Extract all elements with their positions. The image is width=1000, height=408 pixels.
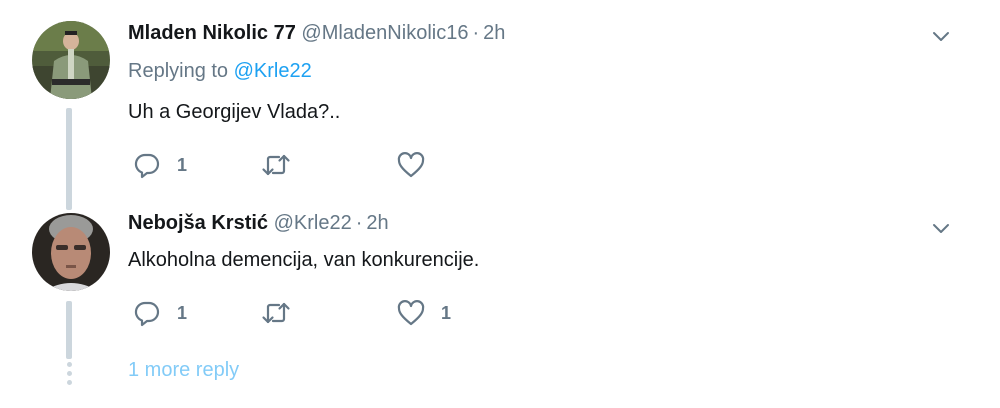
tweet-text: Alkoholna demencija, van konkurencije. [128, 249, 480, 271]
tweet[interactable]: Nebojša Krstić @Krle22 · 2h Alkoholna deme… [0, 195, 1000, 359]
username[interactable]: @Krle22 [274, 212, 352, 234]
timestamp[interactable]: 2h [483, 22, 505, 44]
replying-to: Replying to @Krle22 [128, 60, 312, 83]
timestamp[interactable]: 2h [366, 212, 388, 234]
more-replies: 1 more reply [0, 345, 1000, 405]
reply-icon [134, 301, 160, 327]
retweet-button[interactable] [261, 298, 306, 328]
tweet-actions: 1 [128, 150, 528, 180]
more-replies-link[interactable]: 1 more reply [128, 359, 239, 382]
fullname[interactable]: Nebojša Krstić [128, 212, 268, 234]
like-count: 1 [441, 302, 452, 323]
reply-icon [134, 153, 160, 179]
replying-label: Replying to [128, 60, 229, 82]
retweet-icon [262, 154, 290, 176]
tweet-header: Mladen Nikolic 77 @MladenNikolic16 · 2h [128, 18, 505, 48]
avatar[interactable] [32, 213, 110, 291]
heart-icon [397, 300, 425, 326]
like-button[interactable]: 1 [396, 298, 451, 328]
reply-button[interactable]: 1 [132, 150, 187, 180]
separator: · [472, 22, 480, 44]
avatar[interactable] [32, 21, 110, 99]
chevron-down-icon[interactable] [930, 217, 952, 239]
tweet-actions: 1 1 [128, 298, 528, 328]
separator: · [355, 212, 363, 234]
reply-count: 1 [177, 154, 188, 175]
username[interactable]: @MladenNikolic16 [301, 22, 468, 44]
conversation-thread: Mladen Nikolic 77 @MladenNikolic16 · 2h Re… [0, 0, 1000, 408]
more-replies-dots [66, 362, 72, 392]
avatar-image [32, 213, 110, 291]
tweet-header: Nebojša Krstić @Krle22 · 2h [128, 208, 389, 238]
reply-count: 1 [177, 302, 188, 323]
like-button[interactable] [396, 150, 441, 180]
tweet[interactable]: Mladen Nikolic 77 @MladenNikolic16 · 2h Re… [0, 0, 1000, 210]
replying-mention[interactable]: @Krle22 [234, 60, 312, 82]
chevron-down-icon[interactable] [930, 25, 952, 47]
tweet-text: Uh a Georgijev Vlada?.. [128, 101, 341, 123]
retweet-button[interactable] [261, 150, 306, 180]
heart-icon [397, 152, 425, 178]
retweet-icon [262, 302, 290, 324]
fullname[interactable]: Mladen Nikolic 77 [128, 22, 296, 44]
avatar-image [32, 21, 110, 99]
reply-button[interactable]: 1 [132, 298, 187, 328]
